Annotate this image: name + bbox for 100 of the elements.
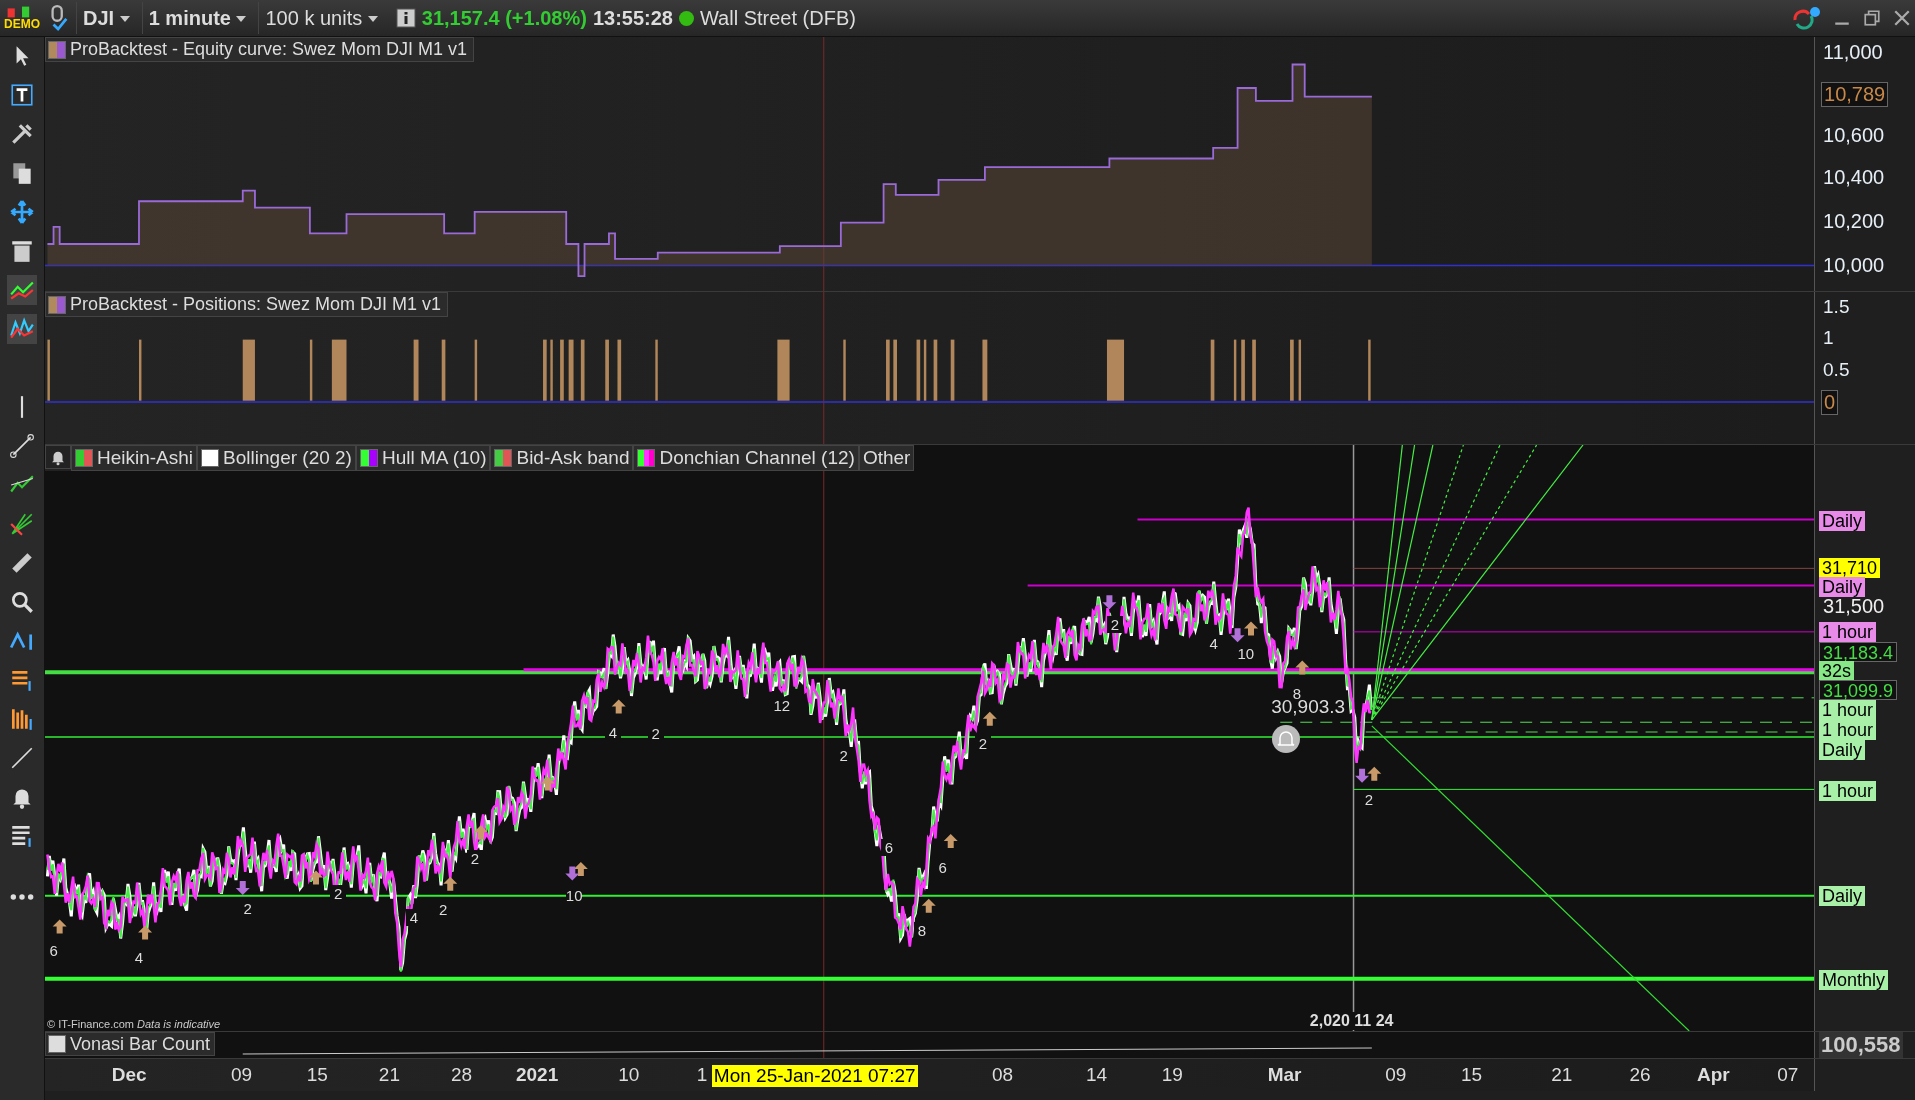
position-bar (1106, 339, 1125, 401)
position-bar (617, 339, 622, 401)
up-arrow-icon (309, 870, 323, 885)
position-bar (441, 339, 446, 401)
position-bar (1241, 339, 1245, 401)
position-bar (886, 339, 890, 401)
legend-item[interactable]: Bid-Ask band (490, 445, 634, 471)
up-arrow-icon (1244, 621, 1258, 636)
price-label: 2,020 11 24 (1307, 1012, 1396, 1030)
up-arrow-icon (540, 776, 555, 791)
axis-label: 10,400 (1823, 166, 1885, 190)
position-bar (950, 339, 955, 401)
legend-item[interactable]: Donchian Channel (12) (633, 445, 859, 471)
link-check-icon[interactable] (48, 3, 70, 33)
position-bar (605, 339, 609, 401)
price-tag: 1 hour (1819, 781, 1877, 801)
legend-item[interactable]: Other (858, 445, 915, 471)
price-tag: 1 hour (1819, 622, 1877, 642)
price-tag: 1 hour (1819, 700, 1877, 720)
up-arrow-icon (982, 711, 997, 726)
price-tag: Daily (1819, 577, 1866, 597)
up-arrow-icon (1295, 660, 1310, 675)
up-arrow-icon (573, 862, 588, 876)
time-axis-label: 10 (617, 1064, 641, 1086)
time-axis-label: 21 (1550, 1064, 1574, 1086)
time-axis-label: 14 (1084, 1064, 1109, 1086)
caret-icon[interactable] (367, 16, 378, 23)
symbol-dropdown[interactable]: DJI (76, 2, 136, 34)
position-bar (1290, 339, 1294, 401)
trade-count-label: 2 (466, 850, 483, 867)
up-arrow-icon (1367, 766, 1382, 781)
price-tag: Daily (1819, 511, 1866, 531)
up-arrow-icon (611, 699, 626, 714)
down-arrow-icon (1355, 768, 1370, 783)
position-bar (843, 339, 846, 401)
time-axis-label: Apr (1695, 1064, 1731, 1086)
axis-label: 10,600 (1823, 123, 1885, 147)
market-name: Wall Street (DFB) (699, 6, 856, 30)
time-axis-label: 09 (230, 1064, 254, 1086)
down-arrow-icon (565, 866, 580, 881)
axis-label: 0.5 (1823, 359, 1850, 382)
position-bar (139, 339, 142, 401)
axis-label: 10,200 (1823, 210, 1885, 234)
caret-icon[interactable] (119, 16, 130, 23)
legend-item[interactable]: Heikin-Ashi (71, 445, 198, 471)
down-arrow-icon (1102, 595, 1117, 610)
info-icon[interactable] (395, 8, 416, 28)
position-bar (413, 339, 419, 401)
price-tag: Daily (1819, 886, 1866, 906)
caret-icon[interactable] (236, 16, 247, 23)
sync-icon[interactable] (1791, 6, 1821, 30)
wave-chart-icon[interactable] (7, 314, 37, 344)
position-bar (1233, 339, 1237, 401)
panel-title: ProBacktest - Equity curve: Swez Mom DJI M1 v1 (45, 37, 475, 62)
panel-title: Vonasi Bar Count (45, 1032, 216, 1056)
up-arrow-icon (921, 898, 936, 913)
segment-icon[interactable] (7, 431, 37, 461)
demo-logo: DEMO (2, 5, 42, 31)
time-axis-label: 28 (449, 1064, 473, 1086)
time-axis-label: 15 (305, 1064, 329, 1086)
crosshair-date-label: Mon 25-Jan-2021 07:27 (711, 1065, 918, 1087)
up-arrow-icon (443, 876, 458, 891)
restore-icon[interactable] (1863, 9, 1881, 27)
position-bar (568, 339, 574, 401)
up-arrow-icon (138, 925, 153, 940)
line-chart-icon[interactable] (7, 275, 37, 305)
position-bar (47, 339, 50, 401)
position-bar (933, 339, 938, 401)
units-dropdown[interactable]: 100 k units (258, 2, 384, 34)
bell-icon[interactable] (45, 445, 71, 469)
position-bar (550, 339, 553, 401)
current-value-tag: 0 (1821, 389, 1839, 415)
close-icon[interactable] (1893, 9, 1911, 27)
timeframe-dropdown[interactable]: 1 minute (141, 2, 253, 34)
position-bar (560, 339, 564, 401)
position-bar (1252, 339, 1256, 401)
price-tag: 32s (1819, 661, 1855, 681)
price-tag: 31,500 (1819, 596, 1889, 616)
position-bar (1368, 339, 1371, 401)
legend-item[interactable]: Hull MA (10) (355, 445, 491, 471)
time-axis-label: 19 (1160, 1064, 1184, 1086)
position-bar (923, 339, 927, 401)
position-bar (242, 339, 255, 401)
axis-label: 11,000 (1823, 40, 1883, 64)
position-bar (331, 339, 347, 401)
price-tag: 1 hour (1819, 720, 1877, 740)
down-arrow-icon (235, 881, 250, 896)
time-axis-label: 2021 (515, 1064, 556, 1086)
price-tag: Daily (1819, 740, 1866, 760)
position-bar (893, 339, 897, 401)
price-tag: 31,710 (1819, 558, 1881, 578)
current-value-tag: 100,558 (1819, 1032, 1903, 1058)
current-value-tag: 10,789 (1821, 82, 1889, 108)
alert-bell-icon[interactable] (1270, 724, 1301, 755)
position-bar (655, 339, 658, 401)
time-axis-label: 07 (1776, 1064, 1800, 1086)
axis-label: 10,000 (1823, 254, 1885, 278)
up-arrow-icon (943, 833, 958, 848)
legend-item[interactable]: Bollinger (20 2) (197, 445, 356, 471)
time-axis-label: 15 (1459, 1064, 1484, 1086)
